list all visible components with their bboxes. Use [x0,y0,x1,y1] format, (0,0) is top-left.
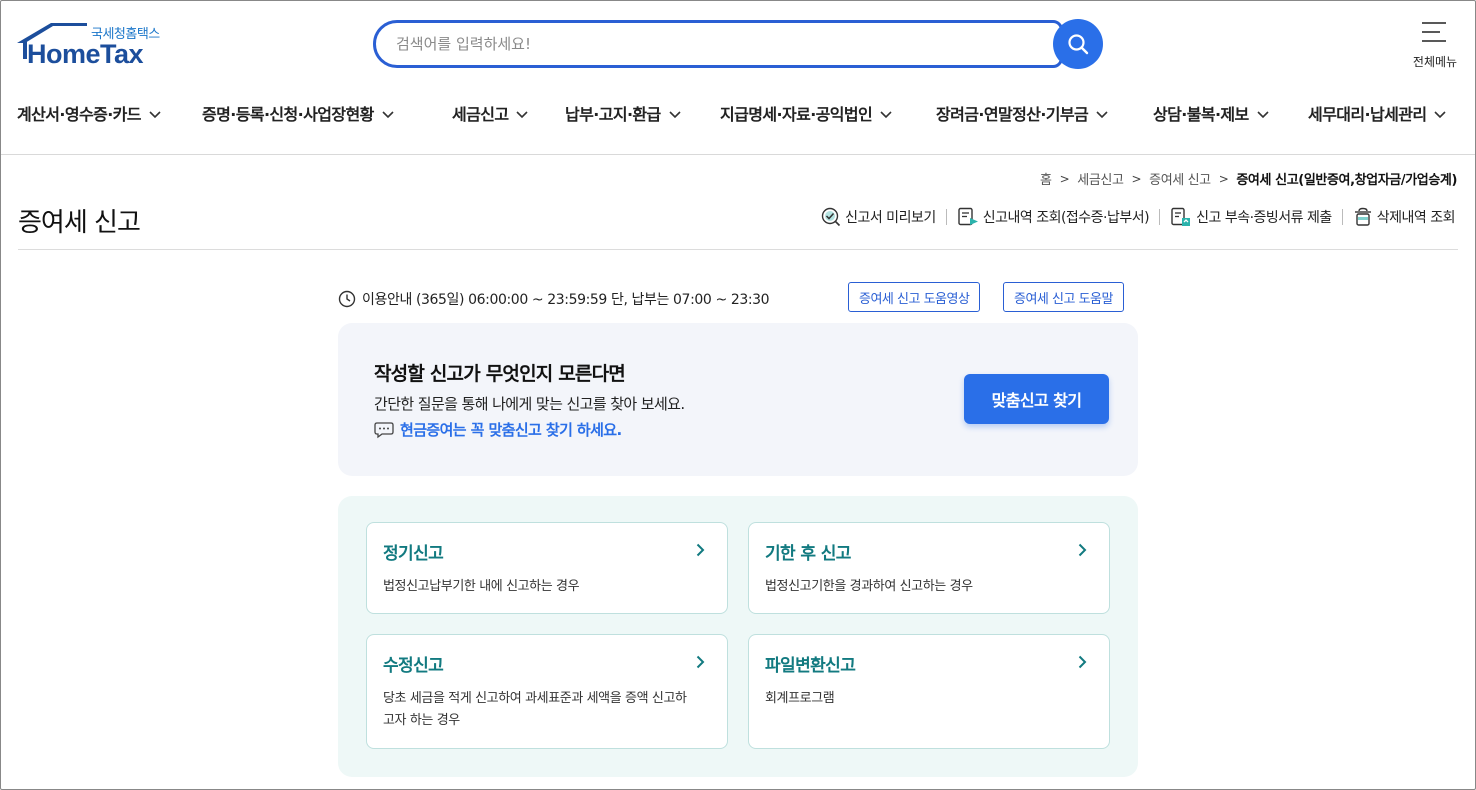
card-title: 수정신고 [383,656,444,676]
search-icon [1068,34,1089,55]
breadcrumb: 홈 > 세금신고 > 증여세 신고 > 증여세 신고(일반증여,창업자금/가업승… [1040,169,1457,189]
card-description: 당초 세금을 적게 신고하여 과세표준과 세액을 증액 신고하고자 하는 경우 [383,691,687,728]
finder-title: 작성할 신고가 무엇인지 모른다면 [374,363,626,385]
card-file-conversion-filing[interactable]: 파일변환신고 회계프로그램 [748,634,1110,749]
chevron-down-icon [1257,104,1269,123]
help-video-button[interactable]: 증여세 신고 도움영상 [848,282,981,312]
breadcrumb-current: 증여세 신고(일반증여,창업자금/가업승계) [1236,173,1457,188]
finder-cash-gift-link[interactable]: 현금증여는 꼭 맞춤신고 찾기 하세요. [374,419,622,440]
nav-item-label: 지급명세·자료·공익법인 [720,105,873,124]
chevron-down-icon [1096,104,1108,123]
document-search-icon [957,207,979,227]
nav-item-label: 장려금·연말정산·기부금 [936,105,1089,124]
chat-bubble-icon [374,421,394,439]
chevron-down-icon [516,104,529,123]
nav-item-invoices[interactable]: 계산서·영수증·카드 [17,101,161,125]
nav-item-label: 세무대리·납세관리 [1308,105,1427,124]
service-hours: 이용안내 (365일) 06:00:00 ~ 23:59:59 단, 납부는 0… [338,289,770,309]
chevron-down-icon [1434,104,1447,123]
nav-item-incentives[interactable]: 장려금·연말정산·기부금 [936,101,1108,125]
search-button[interactable] [1053,19,1103,69]
deletion-history-link[interactable]: 삭제내역 조회 [1353,207,1456,227]
submit-documents-link[interactable]: 신고 부속·증빙서류 제출 [1170,207,1332,227]
chevron-down-icon [149,104,161,123]
filing-type-cards: 정기신고 법정신고납부기한 내에 신고하는 경우 기한 후 신고 법정신고기한을… [338,496,1138,777]
card-amended-filing[interactable]: 수정신고 당초 세금을 적게 신고하여 과세표준과 세액을 증액 신고하고자 하… [366,634,728,749]
card-description: 법정신고납부기한 내에 신고하는 경우 [383,579,580,594]
all-menu-label: 전체메뉴 [1412,55,1458,69]
card-title: 정기신고 [383,544,444,564]
search-box [373,20,1063,68]
nav-item-label: 상담·불복·제보 [1153,105,1249,124]
search-input[interactable] [396,31,996,57]
service-hours-text: 이용안내 (365일) 06:00:00 ~ 23:59:59 단, 납부는 0… [362,292,770,308]
clock-icon [338,290,356,308]
action-divider [1159,209,1161,225]
filing-history-link[interactable]: 신고내역 조회(접수증·납부서) [957,207,1150,227]
chevron-right-icon [1078,543,1087,557]
page-title: 증여세 신고 [18,208,141,238]
hometax-page: 국세청홈택스 HomeTax 전체메뉴 계산서·영수증·카드 [0,0,1476,790]
chevron-right-icon: > [1059,171,1070,186]
card-regular-filing[interactable]: 정기신고 법정신고납부기한 내에 신고하는 경우 [366,522,728,614]
card-description: 법정신고기한을 경과하여 신고하는 경우 [765,579,973,594]
trash-icon [1353,207,1373,227]
nav-item-label: 계산서·영수증·카드 [17,105,142,124]
preview-form-link[interactable]: 신고서 미리보기 [821,207,936,227]
chevron-down-icon [669,104,681,123]
chevron-right-icon [1078,655,1087,669]
action-label: 삭제내역 조회 [1376,210,1456,226]
action-label: 신고 부속·증빙서류 제출 [1196,210,1332,226]
finder-link-text: 현금증여는 꼭 맞춤신고 찾기 하세요. [400,421,622,439]
hometax-logo[interactable]: 국세청홈택스 HomeTax [17,21,177,73]
breadcrumb-tax-filing[interactable]: 세금신고 [1077,169,1124,188]
nav-item-statements[interactable]: 지급명세·자료·공익법인 [720,101,892,125]
card-title: 기한 후 신고 [765,544,851,564]
logo-english-text: HomeTax [27,39,144,69]
nav-item-label: 증명·등록·신청·사업장현황 [202,105,374,124]
card-description: 회계프로그램 [765,691,835,706]
chevron-right-icon: > [1218,171,1229,186]
custom-filing-finder: 작성할 신고가 무엇인지 모른다면 간단한 질문을 통해 나에게 맞는 신고를 … [338,323,1138,476]
nav-item-label: 납부·고지·환급 [565,105,661,124]
page-actions: 신고서 미리보기 신고내역 조회(접수증·납부서) 신고 부속·증빙서류 제출 … [821,207,1456,227]
chevron-right-icon: > [1131,171,1142,186]
action-label: 신고서 미리보기 [845,210,936,226]
nav-item-certificates[interactable]: 증명·등록·신청·사업장현황 [202,101,394,125]
action-label: 신고내역 조회(접수증·납부서) [982,210,1150,226]
breadcrumb-gift-tax[interactable]: 증여세 신고 [1149,169,1211,188]
hamburger-icon [1422,22,1446,42]
chevron-right-icon [696,655,705,669]
all-menu-button[interactable]: 전체메뉴 [1405,19,1465,71]
action-divider [945,209,947,225]
nav-item-payment[interactable]: 납부·고지·환급 [565,101,681,125]
nav-divider [1,154,1475,155]
title-divider [18,249,1458,250]
chevron-right-icon [696,543,705,557]
card-title: 파일변환신고 [765,656,856,676]
document-upload-icon [1170,207,1192,227]
chevron-down-icon [382,104,394,123]
nav-item-consulting[interactable]: 상담·불복·제보 [1153,101,1269,125]
info-row: 이용안내 (365일) 06:00:00 ~ 23:59:59 단, 납부는 0… [338,282,1138,313]
finder-description: 간단한 질문을 통해 나에게 맞는 신고를 찾아 보세요. [374,395,685,413]
action-divider [1341,209,1343,225]
site-header: 국세청홈택스 HomeTax 전체메뉴 [1,1,1475,87]
nav-item-label: 세금신고 [452,105,509,124]
breadcrumb-home[interactable]: 홈 [1040,169,1052,188]
chevron-down-icon [880,104,892,123]
nav-item-tax-filing[interactable]: 세금신고 [452,101,529,125]
nav-item-tax-agent[interactable]: 세무대리·납세관리 [1308,101,1447,125]
find-custom-filing-button[interactable]: 맞춤신고 찾기 [964,374,1109,424]
card-late-filing[interactable]: 기한 후 신고 법정신고기한을 경과하여 신고하는 경우 [748,522,1110,614]
help-text-button[interactable]: 증여세 신고 도움말 [1003,282,1124,312]
main-nav: 계산서·영수증·카드 증명·등록·신청·사업장현황 세금신고 납부·고지·환급 … [1,93,1475,133]
preview-check-icon [821,207,841,227]
